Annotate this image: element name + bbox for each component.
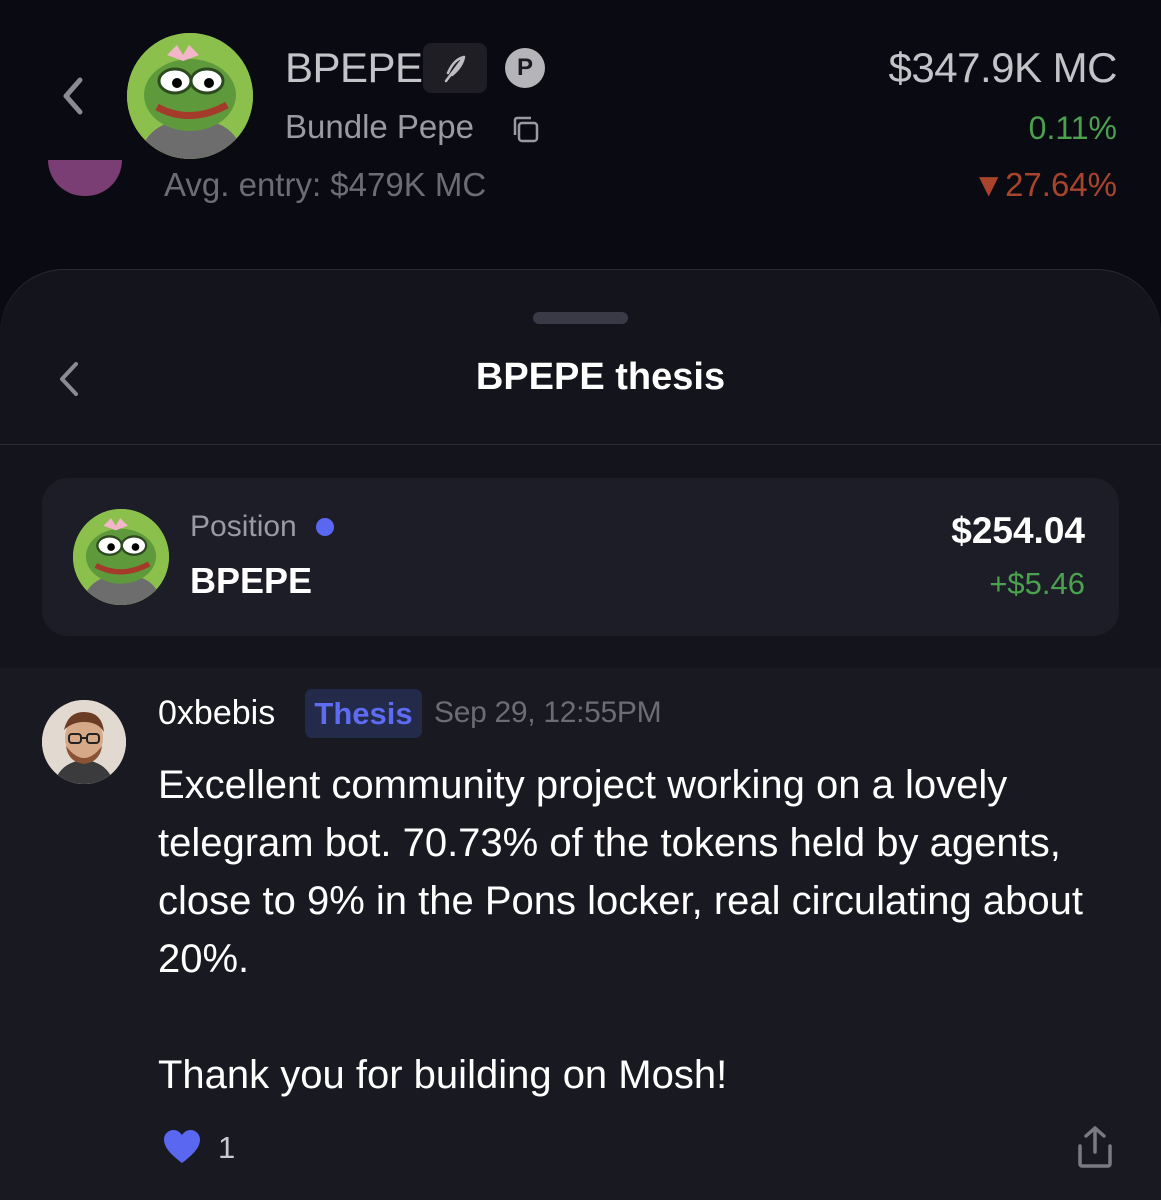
edit-thesis-button[interactable] (423, 43, 487, 93)
market-cap: $347.9K MC (888, 44, 1118, 91)
like-button[interactable] (162, 1128, 202, 1166)
position-ticker: BPEPE (190, 560, 313, 601)
token-ticker: BPEPE (285, 44, 423, 91)
thesis-badge: Thesis (305, 689, 422, 738)
position-change: +$5.46 (989, 566, 1085, 601)
sheet-title: BPEPE thesis (475, 356, 726, 398)
share-icon (1078, 1126, 1112, 1168)
token-avatar (127, 33, 253, 159)
token-name: Bundle Pepe (285, 108, 474, 145)
position-token-avatar (73, 509, 169, 605)
comment-paragraph: Thank you for building on Mosh! (158, 1053, 728, 1097)
quill-icon (444, 55, 466, 83)
share-button[interactable] (1072, 1124, 1118, 1170)
position-card[interactable] (42, 478, 1119, 636)
divider (0, 444, 1161, 445)
position-value: $254.04 (951, 510, 1085, 551)
comment-timestamp: Sep 29, 12:55PM (434, 696, 662, 729)
avg-entry: Avg. entry: $479K MC (164, 166, 487, 203)
heart-icon (164, 1130, 200, 1163)
copy-icon (513, 116, 539, 143)
like-count: 1 (218, 1130, 236, 1165)
comment-paragraph: Excellent community project working on a… (158, 763, 1083, 981)
position-label: Position (190, 510, 297, 543)
back-chevron-icon (63, 77, 83, 115)
copy-address-button[interactable] (510, 114, 540, 144)
pnl-percent: ▼27.64% (972, 166, 1117, 203)
holder-avatar (48, 160, 122, 196)
sheet-grabber[interactable] (533, 312, 628, 324)
position-status-dot (316, 518, 334, 536)
platform-badge-letter: P (516, 54, 533, 81)
platform-badge: P (505, 48, 545, 88)
header-back-button[interactable] (58, 72, 88, 120)
user-avatar[interactable] (42, 700, 126, 784)
comment-username[interactable]: 0xbebis (158, 694, 275, 733)
comment-body: Excellent community project working on a… (158, 756, 1138, 1104)
market-cap-change: 0.11% (1028, 110, 1117, 146)
